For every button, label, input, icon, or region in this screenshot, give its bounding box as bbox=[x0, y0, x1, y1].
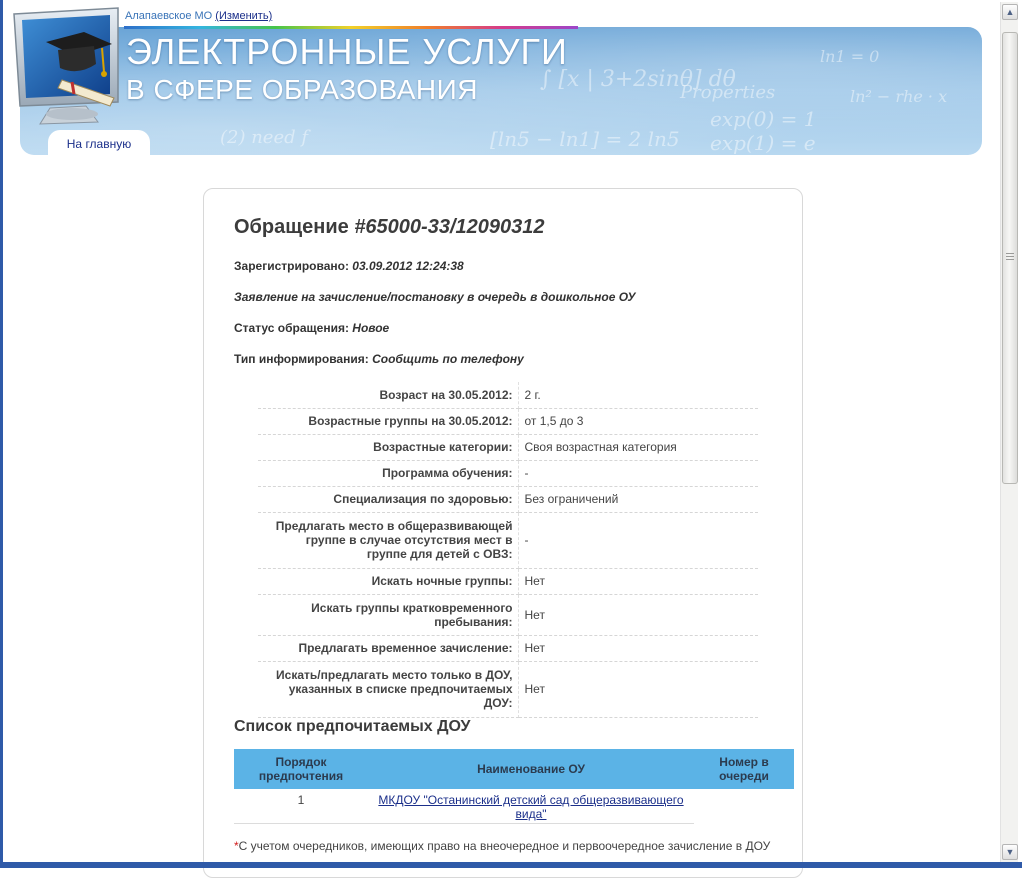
decor-formula: ln² − rhe · x bbox=[850, 87, 948, 106]
window-frame-left bbox=[0, 0, 3, 868]
details-row: Предлагать место в общеразвивающей групп… bbox=[258, 512, 758, 569]
window-frame-bottom bbox=[0, 862, 1022, 868]
details-value: Без ограничений bbox=[518, 486, 758, 513]
details-label: Программа обучения: bbox=[258, 460, 519, 487]
request-number: #65000-33/12090312 bbox=[354, 216, 545, 238]
region-selector: Алапаевское МО (Изменить) bbox=[125, 10, 272, 22]
details-row: Искать группы кратковременного пребывани… bbox=[258, 594, 758, 636]
dou-name-link[interactable]: МКДОУ "Останинский детский сад общеразви… bbox=[378, 793, 683, 821]
decor-formula: exp(1) = e bbox=[710, 131, 816, 155]
region-name: Алапаевское МО bbox=[125, 10, 213, 22]
tab-home[interactable]: На главную bbox=[48, 130, 150, 156]
decor-formula: Properties bbox=[680, 82, 776, 103]
registered-label: Зарегистрировано: bbox=[234, 259, 353, 273]
registered-value: 03.09.2012 12:24:38 bbox=[352, 259, 464, 273]
preferred-heading: Список предпочитаемых ДОУ bbox=[234, 718, 471, 735]
dou-order: 1 bbox=[234, 789, 368, 824]
details-label: Специализация по здоровью: bbox=[258, 486, 519, 513]
details-label: Возраст на 30.05.2012: bbox=[258, 382, 519, 409]
request-details-table: Возраст на 30.05.2012: 2 г. Возрастные г… bbox=[258, 382, 758, 718]
details-row: Искать ночные группы: Нет bbox=[258, 568, 758, 595]
table-header-row: Порядок предпочтения Наименование ОУ Ном… bbox=[234, 749, 794, 789]
footnote: *С учетом очередников, имеющих право на … bbox=[234, 839, 770, 853]
application-type-line: Заявление на зачисление/постановку в оче… bbox=[234, 290, 635, 304]
details-value: Нет bbox=[518, 635, 758, 662]
details-value: - bbox=[518, 512, 758, 569]
details-label: Искать группы кратковременного пребывани… bbox=[258, 594, 519, 636]
details-row: Программа обучения: - bbox=[258, 460, 758, 487]
notify-label: Тип информирования: bbox=[234, 352, 373, 366]
scroll-up-arrow-icon[interactable]: ▲ bbox=[1002, 4, 1018, 20]
details-label: Искать ночные группы: bbox=[258, 568, 519, 595]
status-label: Статус обращения: bbox=[234, 321, 353, 335]
site-title-line2: В СФЕРЕ ОБРАЗОВАНИЯ bbox=[126, 74, 478, 105]
scrollbar-thumb[interactable] bbox=[1002, 32, 1018, 484]
column-header: Номер в очереди bbox=[694, 749, 794, 789]
details-row: Возрастные категории: Своя возрастная ка… bbox=[258, 434, 758, 461]
notify-line: Тип информирования: Сообщить по телефону bbox=[234, 352, 524, 366]
details-value: Нет bbox=[518, 568, 758, 595]
header-rainbow-stripe bbox=[124, 26, 578, 29]
dou-queue bbox=[694, 789, 794, 823]
column-header: Наименование ОУ bbox=[368, 749, 694, 789]
table-row: 1 МКДОУ "Останинский детский сад общераз… bbox=[234, 789, 794, 824]
decor-formula: ln1 = 0 bbox=[820, 47, 880, 66]
dou-name-cell: МКДОУ "Останинский детский сад общеразви… bbox=[368, 789, 694, 824]
details-label: Искать/предлагать место только в ДОУ, ук… bbox=[258, 661, 519, 718]
decor-formula: (2) need f bbox=[220, 127, 309, 148]
details-value: Нет bbox=[518, 661, 758, 718]
registered-line: Зарегистрировано: 03.09.2012 12:24:38 bbox=[234, 259, 464, 273]
details-row: Возрастные группы на 30.05.2012: от 1,5 … bbox=[258, 408, 758, 435]
decor-formula: exp(0) = 1 bbox=[710, 107, 817, 131]
details-value: Своя возрастная категория bbox=[518, 434, 758, 461]
details-row: Специализация по здоровью: Без ограничен… bbox=[258, 486, 758, 513]
details-value: - bbox=[518, 460, 758, 487]
details-value: Нет bbox=[518, 594, 758, 636]
details-value: 2 г. bbox=[518, 382, 758, 409]
preferred-dou-table: Порядок предпочтения Наименование ОУ Ном… bbox=[234, 749, 794, 824]
details-label: Предлагать место в общеразвивающей групп… bbox=[258, 512, 519, 569]
details-value: от 1,5 до 3 bbox=[518, 408, 758, 435]
details-row: Возраст на 30.05.2012: 2 г. bbox=[258, 382, 758, 409]
scroll-down-arrow-icon[interactable]: ▼ bbox=[1002, 844, 1018, 860]
details-label: Возрастные категории: bbox=[258, 434, 519, 461]
column-header: Порядок предпочтения bbox=[234, 749, 368, 789]
footnote-text: С учетом очередников, имеющих право на в… bbox=[238, 839, 771, 853]
request-title-prefix: Обращение bbox=[234, 216, 355, 238]
site-title-line1: ЭЛЕКТРОННЫЕ УСЛУГИ bbox=[126, 31, 568, 72]
decor-formula: [ln5 − ln1] = 2 ln5 bbox=[490, 127, 680, 151]
notify-value: Сообщить по телефону bbox=[372, 352, 524, 366]
scrollbar-grip-icon bbox=[1006, 253, 1014, 260]
status-value: Новое bbox=[352, 321, 390, 335]
details-row: Искать/предлагать место только в ДОУ, ук… bbox=[258, 661, 758, 718]
education-logo-icon bbox=[13, 7, 119, 125]
details-label: Возрастные группы на 30.05.2012: bbox=[258, 408, 519, 435]
details-label: Предлагать временное зачисление: bbox=[258, 635, 519, 662]
application-type: Заявление на зачисление/постановку в оче… bbox=[234, 290, 636, 304]
page-title: Обращение #65000-33/12090312 bbox=[234, 216, 545, 239]
status-line: Статус обращения: Новое bbox=[234, 321, 389, 335]
vertical-scrollbar[interactable]: ▲ ▼ bbox=[1000, 2, 1018, 862]
details-row: Предлагать временное зачисление: Нет bbox=[258, 635, 758, 662]
change-region-link[interactable]: (Изменить) bbox=[215, 10, 272, 22]
